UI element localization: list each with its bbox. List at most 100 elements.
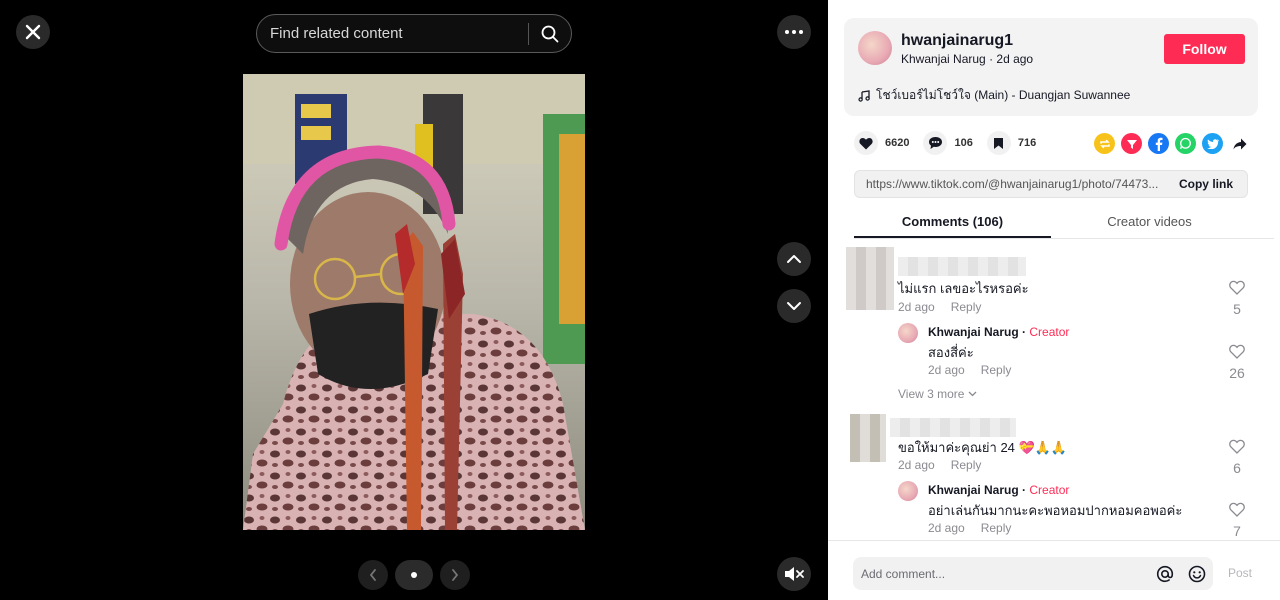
heart-outline-icon [1229, 344, 1245, 359]
chevron-down-icon [969, 391, 977, 397]
comment-input[interactable] [853, 566, 1149, 581]
next-post-button[interactable] [777, 289, 811, 323]
save-count: 716 [1017, 137, 1037, 149]
search-button[interactable] [529, 15, 571, 52]
chevron-right-icon [452, 569, 459, 581]
commenter-name[interactable] [898, 257, 1026, 276]
photo-illustration [243, 74, 585, 530]
follow-button[interactable]: Follow [1164, 34, 1245, 64]
creator-avatar[interactable] [898, 323, 918, 343]
photo-indicator [395, 560, 433, 590]
tab-comments[interactable]: Comments (106) [854, 206, 1051, 238]
reply-author[interactable]: Khwanjai Narug · Creator [928, 483, 1069, 497]
muted-speaker-icon [785, 567, 804, 581]
comment-like-count: 5 [1233, 301, 1241, 317]
copy-link-button[interactable]: Copy link [1169, 177, 1247, 191]
active-photo-dot [411, 572, 417, 578]
related-search-input[interactable] [257, 15, 528, 52]
close-button[interactable] [16, 15, 50, 49]
author-display-name[interactable]: Khwanjai Narug [901, 52, 986, 66]
comment-like-button[interactable]: 6 [1225, 439, 1249, 476]
like-count: 6620 [885, 137, 910, 149]
repost-icon[interactable] [1094, 133, 1115, 154]
heart-outline-icon [1229, 439, 1245, 454]
reply-button[interactable]: Reply [981, 521, 1012, 535]
reply-time: 2d ago [928, 521, 965, 535]
bookmark-icon [986, 131, 1011, 155]
post-time: 2d ago [996, 52, 1034, 66]
comment-text: ขอให้มาค่ะคุณย่า 24 💝🙏🙏 [898, 440, 1068, 455]
reply-like-count: 26 [1229, 365, 1245, 381]
mute-button[interactable] [777, 557, 811, 591]
forward-icon[interactable] [1229, 133, 1250, 154]
panel-tabs: Comments (106) Creator videos [854, 206, 1274, 239]
music-info[interactable]: โชว์เบอร์ไม่โชว์ใจ (Main) - Duangjan Suw… [858, 86, 1130, 105]
share-buttons [1094, 133, 1250, 154]
comment-meta: 2d ago Reply [898, 458, 981, 472]
photo-viewer [0, 0, 828, 600]
reply-author[interactable]: Khwanjai Narug · Creator [928, 325, 1069, 339]
author-card: hwanjainarug1 Khwanjai Narug · 2d ago Fo… [844, 18, 1258, 116]
previous-photo-button[interactable] [358, 560, 388, 590]
chevron-up-icon [787, 255, 801, 263]
reply-meta: 2d ago Reply [928, 521, 1011, 535]
view-more-replies[interactable]: View 3 more [898, 387, 977, 401]
more-options-button[interactable] [777, 15, 811, 49]
related-search-bar [256, 14, 572, 53]
commenter-avatar[interactable] [846, 247, 894, 310]
engagement-stats: 6620 106 716 [854, 131, 1050, 155]
reply-like-button[interactable]: 7 [1225, 502, 1249, 539]
like-stat[interactable]: 6620 [854, 131, 909, 155]
creator-badge: Creator [1029, 325, 1070, 339]
view-more-label: View 3 more [898, 387, 965, 401]
post-photo [243, 74, 585, 530]
reply-meta: 2d ago Reply [928, 363, 1011, 377]
emoji-icon [1188, 565, 1206, 582]
comment-time: 2d ago [898, 458, 935, 472]
at-sign-icon [1156, 565, 1174, 582]
comment-time: 2d ago [898, 300, 935, 314]
save-stat[interactable]: 716 [986, 131, 1037, 155]
commenter-avatar[interactable] [850, 414, 886, 462]
comment-like-button[interactable]: 5 [1225, 280, 1249, 317]
heart-icon [854, 131, 878, 155]
reply-text: สองสี่ค่ะ [928, 345, 974, 360]
more-icon [785, 30, 803, 34]
reply-button[interactable]: Reply [951, 458, 982, 472]
reply-button[interactable]: Reply [981, 363, 1012, 377]
comment-meta: 2d ago Reply [898, 300, 981, 314]
post-button[interactable]: Post [1228, 566, 1252, 580]
share-link-url[interactable]: https://www.tiktok.com/@hwanjainarug1/ph… [855, 177, 1169, 191]
reply-time: 2d ago [928, 363, 965, 377]
heart-outline-icon [1229, 280, 1245, 295]
creator-avatar[interactable] [898, 481, 918, 501]
comment-icon [923, 131, 948, 155]
comment-like-count: 6 [1233, 460, 1241, 476]
comment-stat[interactable]: 106 [923, 131, 973, 155]
mention-button[interactable] [1149, 557, 1181, 590]
avatar[interactable] [858, 31, 892, 65]
comment-text: ไม่แรก เลขอะไรหรอค่ะ [898, 281, 1029, 296]
share-link-box: https://www.tiktok.com/@hwanjainarug1/ph… [854, 170, 1248, 198]
pin-icon[interactable] [1121, 133, 1142, 154]
reply-author-name: Khwanjai Narug [928, 483, 1019, 497]
facebook-icon[interactable] [1148, 133, 1169, 154]
music-note-icon [858, 89, 870, 102]
author-username[interactable]: hwanjainarug1 [901, 32, 1013, 50]
comment-list: ไม่แรก เลขอะไรหรอค่ะ 2d ago Reply 5 Khwa… [828, 240, 1280, 540]
details-panel: hwanjainarug1 Khwanjai Narug · 2d ago Fo… [828, 0, 1280, 600]
comment-input-wrap [853, 557, 1213, 590]
reply-like-count: 7 [1233, 523, 1241, 539]
emoji-button[interactable] [1181, 557, 1213, 590]
chevron-left-icon [369, 569, 376, 581]
tab-creator-videos[interactable]: Creator videos [1051, 206, 1248, 238]
reply-button[interactable]: Reply [951, 300, 982, 314]
author-subline: Khwanjai Narug · 2d ago [901, 52, 1033, 66]
twitter-icon[interactable] [1202, 133, 1223, 154]
whatsapp-icon[interactable] [1175, 133, 1196, 154]
next-photo-button[interactable] [440, 560, 470, 590]
previous-post-button[interactable] [777, 242, 811, 276]
music-title: โชว์เบอร์ไม่โชว์ใจ (Main) - Duangjan Suw… [876, 88, 1131, 102]
commenter-name[interactable] [890, 418, 1016, 437]
reply-like-button[interactable]: 26 [1225, 344, 1249, 381]
